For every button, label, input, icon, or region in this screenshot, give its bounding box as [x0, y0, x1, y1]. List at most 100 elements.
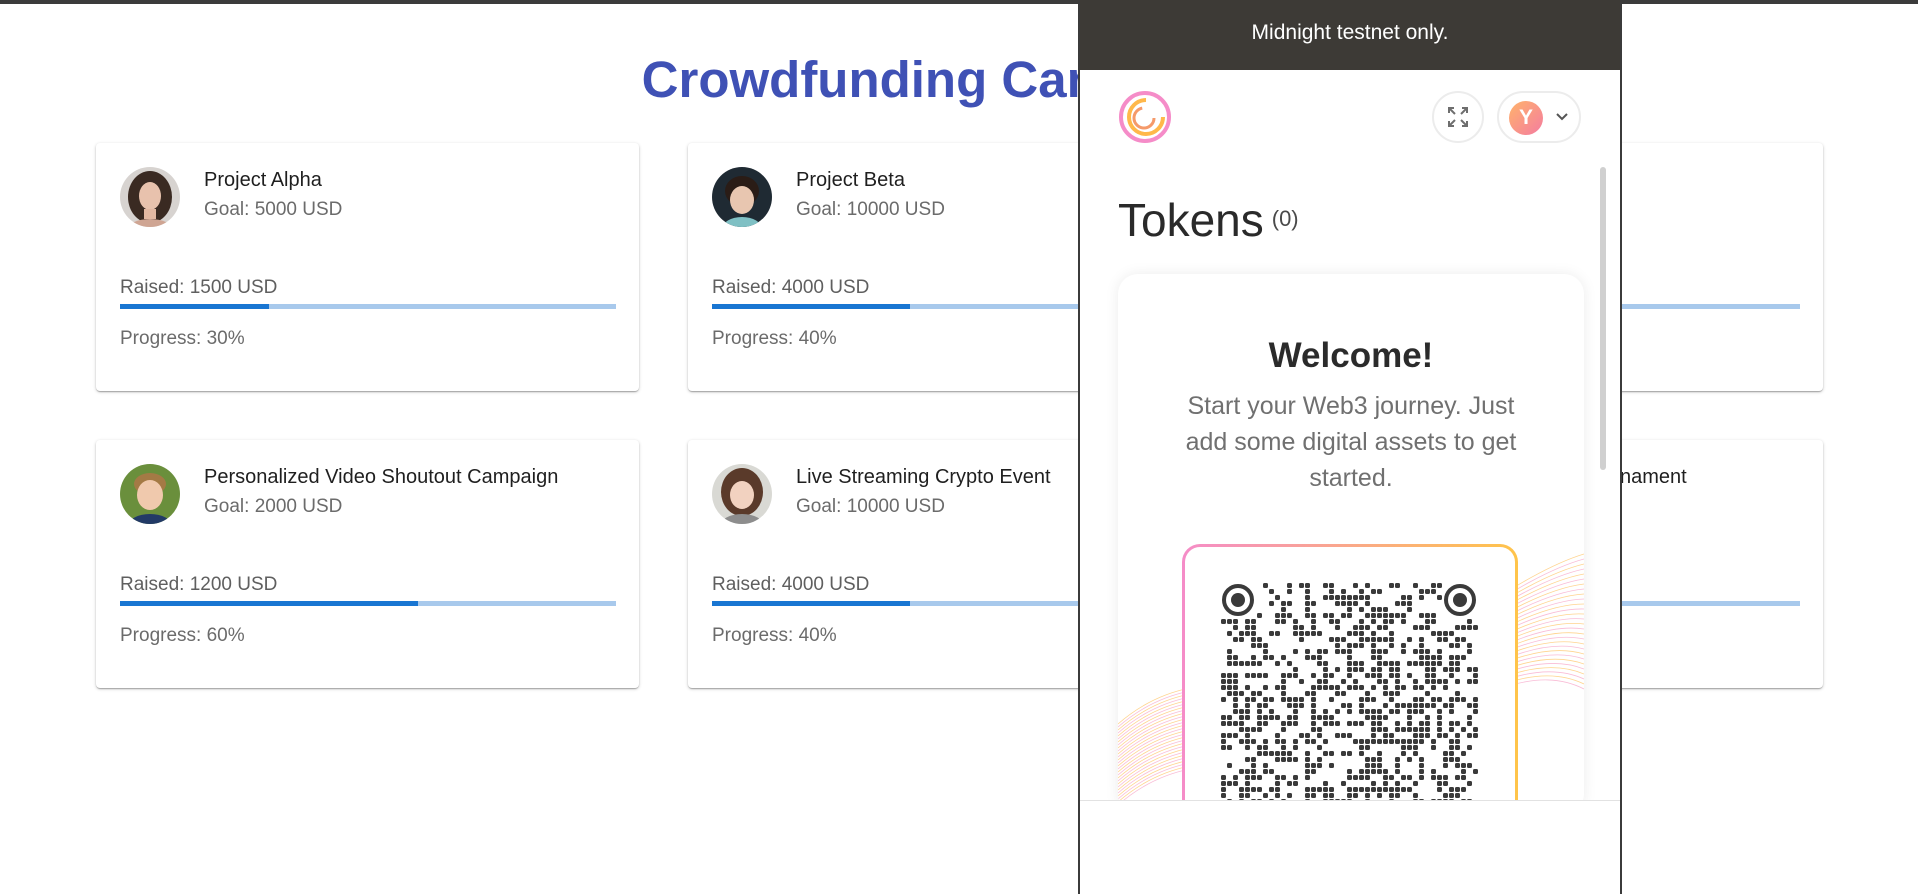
qr-module	[1425, 715, 1430, 720]
qr-module	[1227, 763, 1232, 768]
qr-module	[1353, 631, 1358, 636]
qr-module	[1413, 697, 1418, 702]
qr-module	[1395, 691, 1400, 696]
qr-module	[1461, 625, 1466, 630]
qr-module	[1233, 673, 1238, 678]
qr-module	[1455, 655, 1460, 660]
qr-module	[1227, 745, 1232, 750]
qr-module	[1335, 619, 1340, 624]
qr-module	[1323, 751, 1328, 756]
qr-module	[1419, 661, 1424, 666]
qr-module	[1263, 643, 1268, 648]
qr-module	[1437, 727, 1442, 732]
qr-module	[1329, 787, 1334, 792]
qr-module	[1395, 703, 1400, 708]
avatar	[120, 464, 180, 524]
qr-module	[1365, 697, 1370, 702]
qr-module	[1359, 643, 1364, 648]
qr-module	[1389, 631, 1394, 636]
qr-module	[1305, 787, 1310, 792]
qr-module	[1437, 733, 1442, 738]
campaign-raised: Raised: 4000 USD	[712, 574, 870, 595]
campaign-raised: Raised: 4000 USD	[712, 277, 870, 298]
qr-module	[1395, 679, 1400, 684]
qr-module	[1311, 763, 1316, 768]
qr-module	[1347, 703, 1352, 708]
qr-module	[1335, 625, 1340, 630]
qr-module	[1263, 703, 1268, 708]
qr-module	[1371, 613, 1376, 618]
qr-module	[1365, 691, 1370, 696]
qr-module	[1305, 691, 1310, 696]
qr-module	[1365, 637, 1370, 642]
qr-module	[1341, 691, 1346, 696]
qr-module	[1233, 775, 1238, 780]
qr-module	[1377, 757, 1382, 762]
qr-module	[1377, 715, 1382, 720]
qr-module	[1377, 721, 1382, 726]
qr-module	[1407, 739, 1412, 744]
qr-module	[1419, 595, 1424, 600]
qr-module	[1389, 637, 1394, 642]
qr-module	[1401, 595, 1406, 600]
qr-module	[1227, 655, 1232, 660]
campaign-goal: Goal: 5000 USD	[204, 199, 343, 220]
qr-module	[1449, 721, 1454, 726]
qr-module	[1329, 721, 1334, 726]
qr-module	[1407, 607, 1412, 612]
qr-module	[1221, 781, 1226, 786]
qr-module	[1359, 595, 1364, 600]
qr-module	[1395, 721, 1400, 726]
qr-module	[1263, 739, 1268, 744]
qr-module	[1275, 715, 1280, 720]
tokens-count: (0)	[1271, 206, 1299, 231]
qr-module	[1431, 739, 1436, 744]
receive-qr-card[interactable]	[1182, 544, 1518, 814]
qr-module	[1221, 619, 1226, 624]
qr-module	[1365, 715, 1370, 720]
qr-module	[1287, 697, 1292, 702]
progress-bar-fill	[120, 304, 269, 309]
qr-module	[1395, 673, 1400, 678]
qr-module	[1329, 583, 1334, 588]
qr-module	[1467, 643, 1472, 648]
qr-module	[1467, 733, 1472, 738]
qr-module	[1287, 721, 1292, 726]
qr-module	[1377, 613, 1382, 618]
qr-module	[1455, 667, 1460, 672]
qr-module	[1281, 601, 1286, 606]
qr-module	[1347, 751, 1352, 756]
qr-module	[1335, 691, 1340, 696]
expand-button[interactable]	[1432, 91, 1484, 143]
qr-module	[1305, 607, 1310, 612]
scrollbar[interactable]	[1600, 167, 1606, 470]
qr-module	[1455, 787, 1460, 792]
qr-module	[1467, 721, 1472, 726]
qr-module	[1395, 685, 1400, 690]
qr-module	[1371, 673, 1376, 678]
account-menu-button[interactable]: Y	[1497, 91, 1581, 143]
qr-module	[1347, 595, 1352, 600]
qr-module	[1461, 787, 1466, 792]
campaign-card[interactable]: Project Alpha Goal: 5000 USD Raised: 150…	[96, 143, 639, 391]
qr-module	[1407, 601, 1412, 606]
qr-module	[1455, 661, 1460, 666]
campaign-card[interactable]: Personalized Video Shoutout Campaign Goa…	[96, 440, 639, 688]
qr-module	[1257, 721, 1262, 726]
qr-module	[1359, 667, 1364, 672]
qr-module	[1467, 619, 1472, 624]
tokens-title: Tokens	[1118, 194, 1264, 246]
qr-module	[1341, 595, 1346, 600]
qr-module	[1377, 793, 1382, 798]
qr-module	[1443, 703, 1448, 708]
qr-module	[1353, 595, 1358, 600]
qr-module	[1455, 733, 1460, 738]
qr-module	[1449, 697, 1454, 702]
qr-module	[1221, 787, 1226, 792]
qr-module	[1305, 595, 1310, 600]
qr-module	[1239, 691, 1244, 696]
qr-module	[1407, 721, 1412, 726]
qr-module	[1347, 673, 1352, 678]
qr-module	[1269, 601, 1274, 606]
qr-module	[1389, 673, 1394, 678]
